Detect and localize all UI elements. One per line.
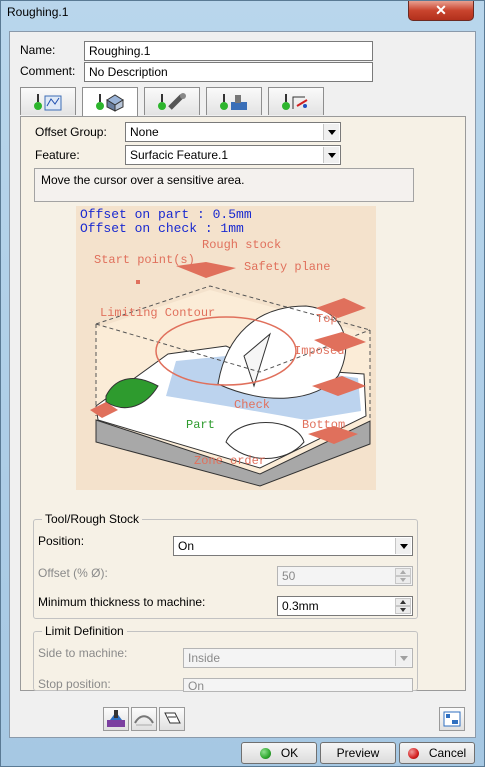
- offset-group-label: Offset Group:: [35, 125, 107, 139]
- cancel-dot-icon: [407, 748, 419, 759]
- tab-geometry[interactable]: [82, 87, 138, 117]
- rough-stock-label: Rough stock: [202, 238, 281, 252]
- cancel-label: Cancel: [428, 746, 467, 760]
- offset-group-select[interactable]: None: [125, 122, 341, 142]
- feature-label: Feature:: [35, 148, 80, 162]
- geometry-diagram: Offset on part : 0.5mm Offset on check :…: [80, 207, 371, 487]
- preview-label: Preview: [336, 746, 380, 760]
- hint-box: Move the cursor over a sensitive area.: [34, 168, 414, 202]
- offset-on-check-text: Offset on check : 1mm: [80, 221, 244, 236]
- position-label: Position:: [38, 534, 85, 548]
- geometry-panel: Offset Group: None Feature: Surfacic Fea…: [20, 116, 466, 693]
- name-field[interactable]: Roughing.1: [84, 41, 373, 61]
- chevron-down-icon: [395, 650, 411, 666]
- part-label: Part: [186, 418, 215, 432]
- position-value: On: [178, 539, 195, 553]
- min-thickness-input[interactable]: 0.3mm: [277, 596, 413, 616]
- chevron-down-icon: [323, 147, 339, 163]
- cancel-button[interactable]: Cancel: [399, 742, 475, 764]
- zone-order-label: Zone order: [194, 454, 266, 468]
- replay-icon: [107, 710, 125, 727]
- feature-select[interactable]: Surfacic Feature.1: [125, 145, 341, 165]
- side-to-machine-label: Side to machine:: [38, 646, 128, 660]
- preview-button[interactable]: Preview: [320, 742, 396, 764]
- chevron-down-icon: [323, 124, 339, 140]
- start-points-label: Start point(s): [94, 253, 195, 267]
- top-label: Top: [316, 312, 338, 326]
- spin-down-icon: [395, 576, 411, 584]
- strategy-tab-icon: [34, 94, 62, 111]
- imposed-label: Imposed: [294, 344, 344, 358]
- roughing-dialog: Roughing.1 ✕ Name: Roughing.1 Comment: N…: [0, 0, 485, 767]
- feeds-speeds-tab-icon: [220, 94, 247, 110]
- limiting-contour-label: Limiting Contour: [100, 306, 215, 320]
- tab-tool[interactable]: [144, 87, 200, 115]
- tool-rough-stock-group: Tool/Rough Stock Position: On Offset (% …: [33, 512, 418, 619]
- safety-plane-label: Safety plane: [244, 260, 330, 274]
- check-label: Check: [234, 398, 270, 412]
- feature-value: Surfacic Feature.1: [130, 148, 229, 162]
- simulation-button[interactable]: [131, 707, 157, 731]
- geometry-tab-icon: [96, 94, 124, 112]
- ok-button[interactable]: OK: [241, 742, 317, 764]
- geometry-sensitive-picture[interactable]: Offset on part : 0.5mm Offset on check :…: [76, 206, 376, 490]
- report-icon: [443, 711, 461, 727]
- macros-tab-icon: [282, 94, 308, 110]
- bottom-label: Bottom: [302, 418, 345, 432]
- ok-label: OK: [280, 746, 299, 760]
- limit-definition-group: Limit Definition Side to machine: Inside…: [33, 624, 418, 693]
- tool-path-icon: [164, 712, 181, 724]
- spin-down-icon[interactable]: [395, 606, 411, 614]
- chevron-down-icon: [395, 538, 411, 554]
- dialog-client-area: Name: Roughing.1 Comment: No Description…: [9, 31, 476, 764]
- window-title: Roughing.1: [7, 5, 69, 19]
- comment-field[interactable]: No Description: [84, 62, 373, 82]
- report-button[interactable]: [439, 707, 465, 731]
- close-icon: ✕: [435, 2, 447, 18]
- min-thickness-spinner[interactable]: [395, 598, 411, 614]
- position-select[interactable]: On: [173, 536, 413, 556]
- tool-path-button[interactable]: [159, 707, 185, 731]
- offset-group-value: None: [130, 125, 159, 139]
- tab-macros[interactable]: [268, 87, 324, 115]
- tool-tab-icon: [158, 93, 186, 110]
- name-label: Name:: [20, 43, 56, 57]
- offset-on-part-text: Offset on part : 0.5mm: [80, 207, 252, 222]
- stop-position-label: Stop position:: [38, 677, 111, 691]
- limit-definition-title: Limit Definition: [42, 624, 127, 638]
- offset-spinner: [395, 568, 411, 584]
- offset-percent-value: 50: [282, 569, 296, 583]
- side-to-machine-select: Inside: [183, 648, 413, 668]
- spin-up-icon[interactable]: [395, 598, 411, 606]
- comment-label: Comment:: [20, 64, 76, 78]
- min-thickness-value: 0.3mm: [282, 599, 319, 613]
- stop-position-value: On: [188, 679, 205, 693]
- stop-position-select: On: [183, 678, 413, 693]
- min-thickness-label: Minimum thickness to machine:: [38, 595, 206, 609]
- close-button[interactable]: ✕: [408, 1, 474, 21]
- title-bar[interactable]: Roughing.1 ✕: [1, 1, 484, 25]
- offset-percent-label: Offset (% Ø):: [38, 566, 108, 580]
- tab-strategy[interactable]: [20, 87, 76, 115]
- offset-percent-input: 50: [277, 566, 413, 586]
- simulation-icon: [134, 715, 154, 726]
- side-to-machine-value: Inside: [188, 651, 221, 665]
- spin-up-icon: [395, 568, 411, 576]
- tool-rough-stock-title: Tool/Rough Stock: [42, 512, 143, 526]
- replay-tool-path-button[interactable]: [103, 707, 129, 731]
- tab-feeds-speeds[interactable]: [206, 87, 262, 115]
- ok-dot-icon: [259, 748, 271, 759]
